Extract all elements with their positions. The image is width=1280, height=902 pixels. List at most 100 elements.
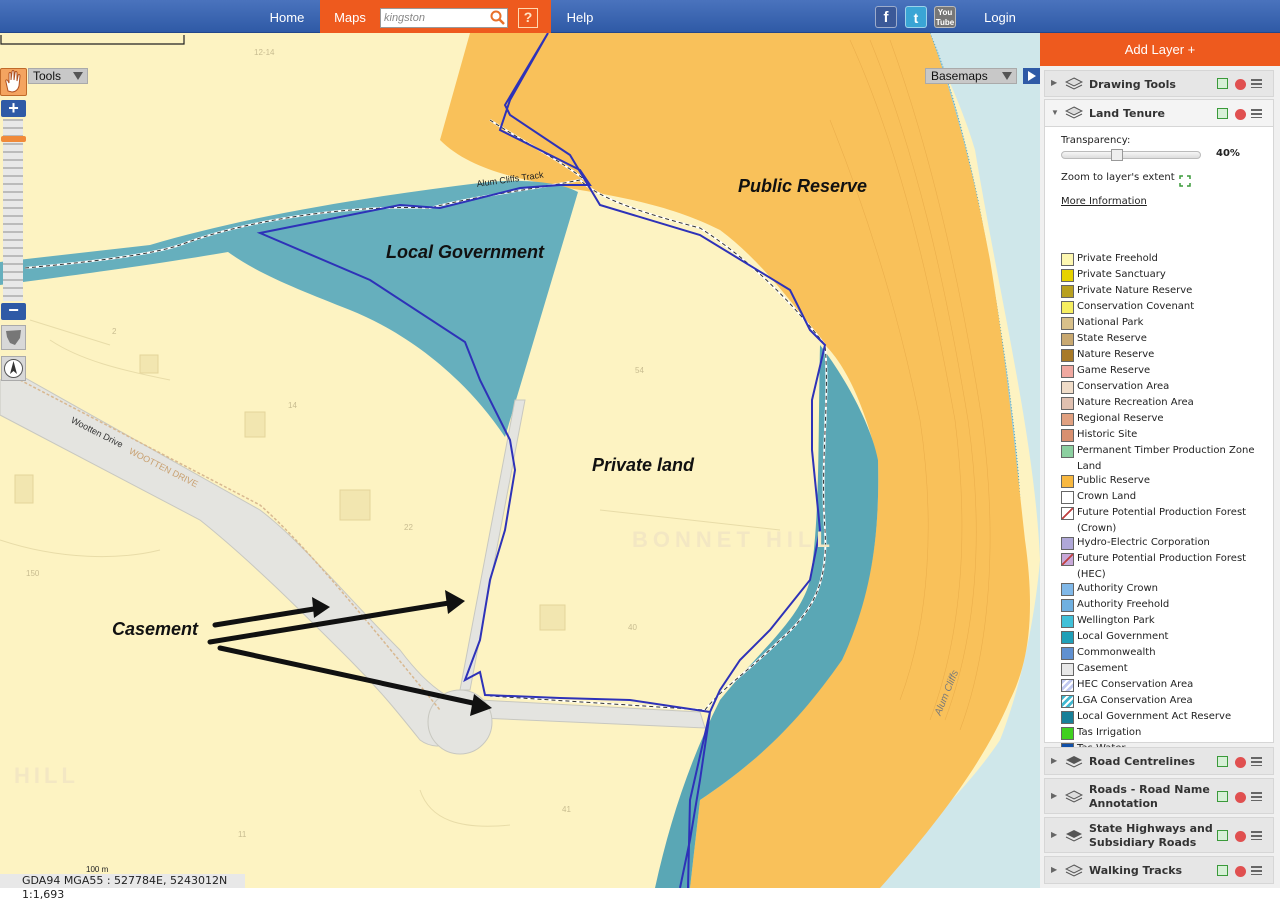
legend-label: Game Reserve — [1077, 365, 1151, 376]
legend-label: Private Sanctuary — [1077, 269, 1166, 280]
layers-icon — [1065, 756, 1083, 768]
chevron-down-icon — [73, 72, 83, 80]
layer-visibility-icon[interactable] — [1217, 791, 1228, 802]
legend-label: Conservation Area — [1077, 381, 1170, 392]
collapse-arrow-icon[interactable]: ▼ — [1051, 108, 1059, 117]
legend-swatch — [1061, 631, 1074, 644]
add-layer-button[interactable]: Add Layer + — [1040, 33, 1280, 66]
layer-visibility-icon[interactable] — [1217, 830, 1228, 841]
legend-item: Nature Reserve — [1061, 347, 1266, 363]
youtube-icon[interactable]: You Tube — [934, 6, 956, 28]
parcel-lines — [0, 319, 781, 827]
north-arrow-icon[interactable] — [1, 356, 26, 381]
layer-row-drawing-tools[interactable]: ▶ Drawing Tools — [1044, 70, 1274, 97]
layer-row-road-name-annotation[interactable]: ▶ Roads - Road Name Annotation — [1044, 778, 1274, 814]
expand-arrow-icon[interactable]: ▶ — [1051, 78, 1057, 87]
zoom-extent-icon[interactable] — [1179, 175, 1191, 187]
layer-name: Roads - Road Name Annotation — [1089, 783, 1210, 810]
more-information-link[interactable]: More Information — [1061, 196, 1147, 207]
legend-item: Wellington Park — [1061, 613, 1266, 629]
nav-maps[interactable]: Maps — [320, 0, 380, 33]
search-icon[interactable] — [488, 8, 508, 28]
layer-menu-icon[interactable] — [1251, 757, 1262, 766]
legend-swatch — [1061, 537, 1074, 550]
legend-label: Future Potential Production Forest (Crow… — [1077, 507, 1247, 534]
annotation-public-reserve: Public Reserve — [738, 176, 868, 196]
layer-row-walking-tracks[interactable]: ▶ Walking Tracks — [1044, 856, 1274, 884]
layer-row-state-highways[interactable]: ▶ State Highways and Subsidiary Roads — [1044, 817, 1274, 853]
zoom-in-button[interactable]: + — [1, 99, 26, 117]
remove-layer-icon[interactable] — [1235, 757, 1246, 768]
legend-label: Conservation Covenant — [1077, 301, 1195, 312]
tasmania-extent-icon[interactable] — [1, 325, 26, 350]
layers-icon — [1065, 790, 1083, 803]
expand-arrow-icon[interactable]: ▶ — [1051, 756, 1057, 765]
legend-swatch — [1061, 553, 1074, 566]
legend-label: Future Potential Production Forest (HEC) — [1077, 553, 1247, 580]
layer-visibility-icon[interactable] — [1217, 756, 1228, 767]
basemaps-dropdown[interactable]: Basemaps — [925, 68, 1017, 84]
legend-swatch — [1061, 413, 1074, 426]
remove-layer-icon[interactable] — [1235, 831, 1246, 842]
legend-label: Permanent Timber Production Zone Land — [1077, 445, 1255, 472]
layer-visibility-icon[interactable] — [1217, 78, 1228, 89]
nav-login[interactable]: Login — [972, 0, 1028, 33]
layer-visibility-icon[interactable] — [1217, 108, 1228, 119]
layer-menu-icon[interactable] — [1251, 79, 1262, 88]
layer-visibility-icon[interactable] — [1217, 865, 1228, 876]
legend-label: Authority Freehold — [1077, 599, 1170, 610]
parcel-number: 22 — [404, 523, 413, 532]
remove-layer-icon[interactable] — [1235, 79, 1246, 90]
expand-arrow-icon[interactable]: ▶ — [1051, 791, 1057, 800]
tools-dropdown[interactable]: Tools — [28, 68, 88, 84]
legend-swatch — [1061, 583, 1074, 596]
map-canvas[interactable]: Public Reserve Local Government Private … — [0, 33, 1040, 888]
legend-swatch — [1061, 491, 1074, 504]
twitter-icon[interactable]: t — [905, 6, 927, 28]
nav-home[interactable]: Home — [255, 0, 319, 33]
legend-swatch — [1061, 365, 1074, 378]
chevron-down-icon — [1002, 72, 1012, 80]
layer-row-land-tenure[interactable]: ▼ Land Tenure — [1044, 99, 1274, 127]
collapse-panel-icon[interactable] — [1023, 68, 1040, 84]
remove-layer-icon[interactable] — [1235, 866, 1246, 877]
nav-help[interactable]: Help — [552, 0, 608, 33]
transparency-slider[interactable] — [1061, 151, 1201, 159]
layer-menu-icon[interactable] — [1251, 109, 1262, 118]
pan-hand-icon[interactable] — [0, 68, 27, 96]
coordinate-status: GDA94 MGA55 : 527784E, 5243012N 1:1,693 — [0, 874, 245, 901]
layer-menu-icon[interactable] — [1251, 866, 1262, 875]
zoom-slider-handle[interactable] — [1, 136, 26, 142]
layer-menu-icon[interactable] — [1251, 792, 1262, 801]
legend-label: Casement — [1077, 663, 1128, 674]
transparency-slider-handle[interactable] — [1111, 149, 1123, 161]
legend-label: Historic Site — [1077, 429, 1138, 440]
remove-layer-icon[interactable] — [1235, 109, 1246, 120]
legend-label: Commonwealth — [1077, 647, 1156, 658]
scale-label: 100 m — [86, 865, 109, 874]
zoom-to-extent-link[interactable]: Zoom to layer's extent — [1061, 172, 1175, 183]
legend-swatch — [1061, 333, 1074, 346]
parcel-number: 40 — [628, 623, 637, 632]
legend-swatch — [1061, 647, 1074, 660]
layer-menu-icon[interactable] — [1251, 831, 1262, 840]
legend-label: Tas Irrigation — [1077, 727, 1142, 738]
layer-row-road-centrelines[interactable]: ▶ Road Centrelines — [1044, 747, 1274, 775]
legend-swatch — [1061, 269, 1074, 282]
legend-item: Historic Site — [1061, 427, 1266, 443]
legend-label: Nature Recreation Area — [1077, 397, 1194, 408]
legend-label: Hydro-Electric Corporation — [1077, 537, 1210, 548]
expand-arrow-icon[interactable]: ▶ — [1051, 830, 1057, 839]
legend-item: Local Government — [1061, 629, 1266, 645]
parcel-number: 2 — [112, 327, 117, 336]
remove-layer-icon[interactable] — [1235, 792, 1246, 803]
land-tenure-details: Transparency: 40% Zoom to layer's extent… — [1044, 126, 1274, 772]
legend-swatch — [1061, 317, 1074, 330]
facebook-icon[interactable]: f — [875, 6, 897, 28]
layer-name: Drawing Tools — [1089, 78, 1176, 91]
legend-swatch — [1061, 445, 1074, 458]
zoom-slider-track[interactable] — [3, 119, 23, 301]
expand-arrow-icon[interactable]: ▶ — [1051, 865, 1057, 874]
help-question-icon[interactable]: ? — [518, 8, 538, 28]
zoom-out-button[interactable]: − — [1, 301, 26, 320]
